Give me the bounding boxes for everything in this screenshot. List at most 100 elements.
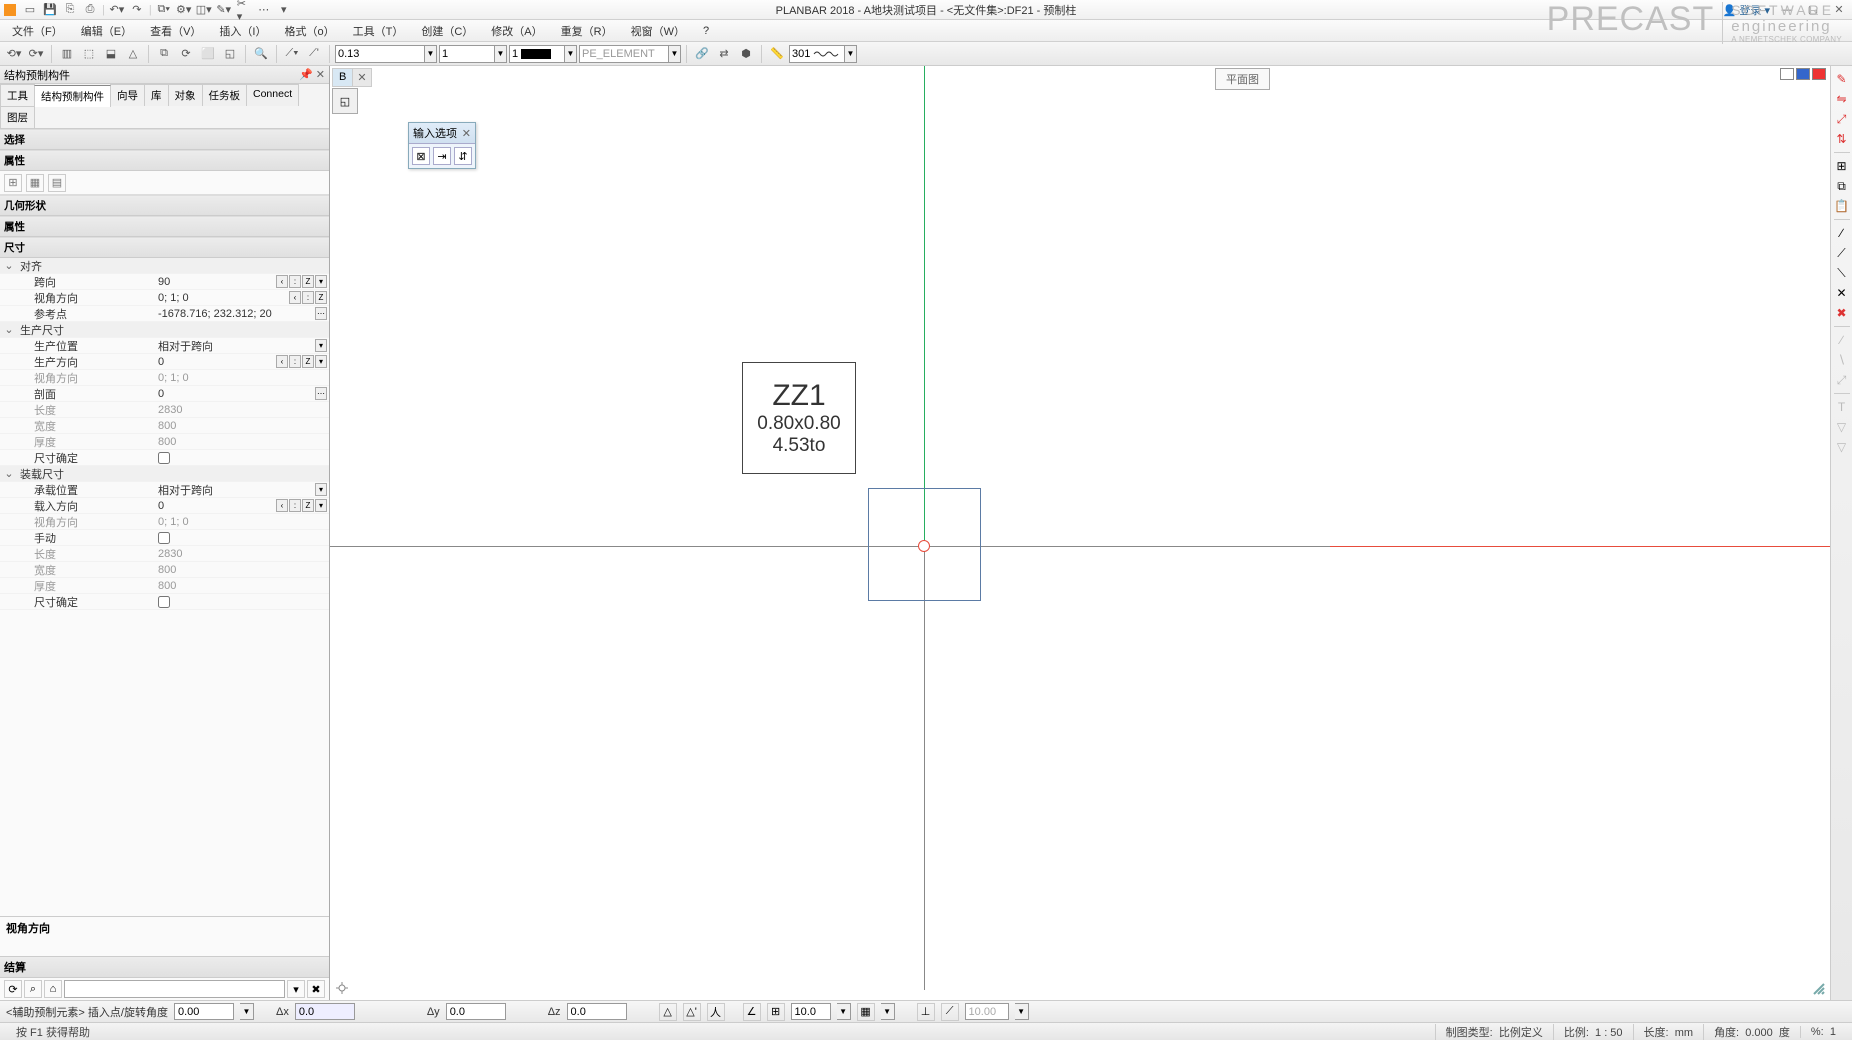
qat-edit-icon[interactable]: ✎▾	[216, 2, 232, 18]
snap-8-icon[interactable]: ⟋	[941, 1003, 959, 1021]
status-angle[interactable]: 角度: 0.000 度	[1703, 1024, 1800, 1040]
measure2-icon[interactable]: ⟋'	[304, 44, 324, 64]
group-inst[interactable]: ⌄装载尺寸	[0, 466, 329, 482]
menu-modify[interactable]: 修改（A）	[483, 21, 550, 41]
snap-3-icon[interactable]: 人	[707, 1003, 725, 1021]
rt-filter2-icon[interactable]: ▽	[1833, 438, 1851, 456]
coord-angle-input[interactable]	[174, 1003, 234, 1020]
rt-line-icon[interactable]: ∕	[1833, 224, 1851, 242]
pin-icon[interactable]: 📌 ✕	[299, 68, 325, 81]
input-opt-1-icon[interactable]: ⊠	[412, 147, 430, 165]
dots-button[interactable]: ⋯	[315, 387, 327, 400]
color-dd-icon[interactable]: ▼	[565, 45, 577, 63]
menu-format[interactable]: 格式（o）	[276, 21, 342, 41]
status-drawtype[interactable]: 制图类型: 比例定义	[1435, 1024, 1553, 1040]
dx-input[interactable]	[295, 1003, 355, 1020]
hatch-dd-icon[interactable]: ▼	[845, 45, 857, 63]
menu-repeat[interactable]: 重复（R）	[553, 21, 621, 41]
copy2-icon[interactable]: ⧉	[154, 44, 174, 64]
offset-input[interactable]	[965, 1003, 1009, 1020]
qat-tool-icon[interactable]: ✂▾	[236, 2, 252, 18]
snap-5-icon[interactable]: ⊞	[767, 1003, 785, 1021]
qat-more-icon[interactable]: ⋯	[256, 2, 272, 18]
rt-trim-icon[interactable]: ⟍	[1833, 264, 1851, 282]
menu-file[interactable]: 文件（F）	[4, 21, 71, 41]
result-clear-icon[interactable]: ✖	[307, 980, 325, 998]
snap-7-icon[interactable]: ⊥	[917, 1003, 935, 1021]
snap-angle-input[interactable]	[791, 1003, 831, 1020]
result-combo[interactable]	[64, 980, 285, 998]
tab-connect[interactable]: Connect	[246, 84, 299, 106]
qat-gear-icon[interactable]: ⚙▾	[176, 2, 192, 18]
view-max-icon[interactable]	[1796, 68, 1810, 80]
tab-wizard[interactable]: 向导	[110, 84, 145, 106]
merge-icon[interactable]: ⬓	[101, 44, 121, 64]
view-min-icon[interactable]	[1780, 68, 1794, 80]
rt-copy-icon[interactable]: ⧉	[1833, 177, 1851, 195]
dots-button[interactable]: ⋯	[315, 307, 327, 320]
transfer-icon[interactable]: ⇄	[714, 44, 734, 64]
result-find-icon[interactable]: ⌕	[24, 980, 42, 998]
cube-icon[interactable]: ◱	[220, 44, 240, 64]
menu-edit[interactable]: 编辑（E）	[73, 21, 140, 41]
history-fwd-icon[interactable]: ⟳▾	[26, 44, 46, 64]
menu-help[interactable]: ?	[695, 23, 717, 39]
rt-swap-icon[interactable]: ⇅	[1833, 130, 1851, 148]
coord-angle-dd[interactable]: ▼	[240, 1003, 254, 1020]
rt-mirror-icon[interactable]: ⇋	[1833, 90, 1851, 108]
menu-tools[interactable]: 工具（T）	[345, 21, 412, 41]
combo-dd-icon[interactable]: ▾	[315, 483, 327, 496]
canvas-display-mode-icon[interactable]: ◱	[332, 88, 358, 114]
rt-paste-icon[interactable]: 📋	[1833, 197, 1851, 215]
resize-grip-icon[interactable]	[1812, 982, 1826, 996]
rt-delete-icon[interactable]: ✖	[1833, 304, 1851, 322]
input-opt-3-icon[interactable]: ⇵	[454, 147, 472, 165]
lineweight-combo[interactable]: ▼	[335, 45, 437, 63]
linetype-input[interactable]	[439, 45, 495, 63]
mini-btn[interactable]: ‹	[276, 275, 288, 288]
rt-flip-icon[interactable]: ⤢	[1833, 110, 1851, 128]
clip-icon[interactable]: ⬚	[79, 44, 99, 64]
snap-6-icon[interactable]: ▦	[857, 1003, 875, 1021]
lineweight-dd-icon[interactable]: ▼	[425, 45, 437, 63]
ruler-icon[interactable]: 📏	[767, 44, 787, 64]
menu-insert[interactable]: 插入（I）	[211, 21, 274, 41]
rt-cross-icon[interactable]: ✕	[1833, 284, 1851, 302]
qat-print-icon[interactable]: ⎙	[82, 2, 98, 18]
result-dd-icon[interactable]: ▾	[287, 980, 305, 998]
dz-input[interactable]	[567, 1003, 627, 1020]
group-align[interactable]: ⌄对齐	[0, 258, 329, 274]
tab-tools[interactable]: 工具	[0, 84, 35, 106]
menu-view[interactable]: 查看（V）	[142, 21, 209, 41]
color-combo[interactable]: 1 ▼	[509, 45, 577, 63]
qat-window-icon[interactable]: ◫▾	[196, 2, 212, 18]
canvas-tab-b[interactable]: B	[333, 69, 353, 86]
layer-combo[interactable]: ▼	[579, 45, 681, 63]
qat-redo-icon[interactable]: ↷	[129, 2, 145, 18]
qat-save-icon[interactable]: 💾	[42, 2, 58, 18]
tab-library[interactable]: 库	[144, 84, 169, 106]
linetype-dd-icon[interactable]: ▼	[495, 45, 507, 63]
snap-4-icon[interactable]: ∠	[743, 1003, 761, 1021]
snap-2-icon[interactable]: △'	[683, 1003, 701, 1021]
menu-create[interactable]: 创建（C）	[413, 21, 481, 41]
tab-taskboard[interactable]: 任务板	[202, 84, 248, 106]
qat-open-icon[interactable]: ▭	[22, 2, 38, 18]
rotate-icon[interactable]: ⟳	[176, 44, 196, 64]
input-options-close-icon[interactable]: ✕	[462, 127, 471, 140]
attr-icon-2[interactable]: ▦	[26, 174, 44, 192]
rt-filter-icon[interactable]: ▽	[1833, 418, 1851, 436]
qat-saveall-icon[interactable]: ⎘	[62, 2, 78, 18]
isizelock-checkbox[interactable]	[158, 596, 170, 608]
sizelock-checkbox[interactable]	[158, 452, 170, 464]
measure-icon[interactable]: ⟋▾	[282, 44, 302, 64]
tab-layers[interactable]: 图层	[0, 106, 35, 128]
tab-precast[interactable]: 结构预制构件	[34, 85, 111, 107]
manual-checkbox[interactable]	[158, 532, 170, 544]
input-options-title[interactable]: 输入选项 ✕	[409, 123, 475, 144]
status-scale[interactable]: 比例: 1 : 50	[1553, 1024, 1633, 1040]
box3d-icon[interactable]: ⬜	[198, 44, 218, 64]
rt-group-icon[interactable]: ⊞	[1833, 157, 1851, 175]
rt-d3-icon[interactable]: ⤢	[1833, 371, 1851, 389]
canvas[interactable]: B ✕ ◱ 平面图 输入选项 ✕ ⊠ ⇥ ⇵	[330, 66, 1830, 1000]
